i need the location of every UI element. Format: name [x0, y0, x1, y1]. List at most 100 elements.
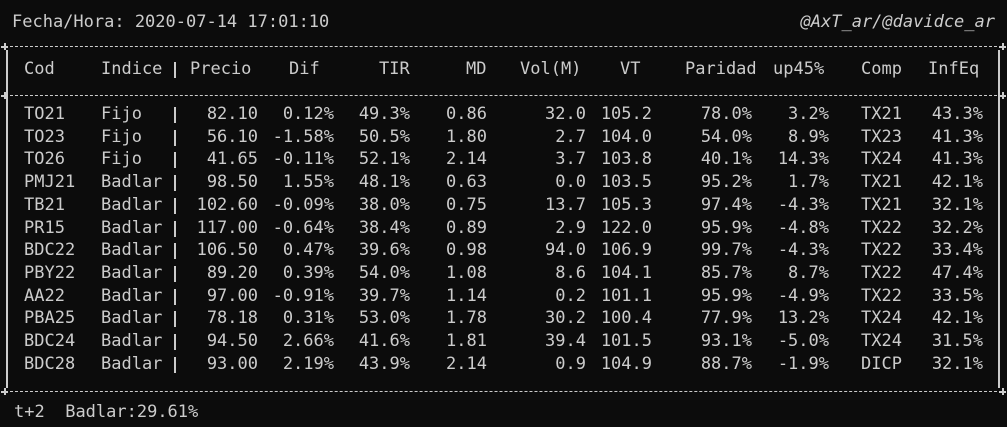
cell-vt: 104.1 [600, 263, 652, 283]
cell-up45: -1.9% [777, 354, 829, 374]
indice-separator [174, 243, 176, 259]
cell-cod: BDC28 [24, 354, 76, 374]
cell-infeq: 41.3% [931, 127, 983, 147]
cell-vt: 101.1 [600, 286, 652, 306]
cell-vt: 104.0 [600, 127, 652, 147]
column-header-md: MD [466, 59, 487, 79]
cell-md: 2.14 [446, 354, 487, 374]
cell-infeq: 41.3% [931, 149, 983, 169]
cell-indice: Fijo [101, 127, 142, 147]
cell-md: 1.80 [446, 127, 487, 147]
cell-cod: AA22 [24, 286, 65, 306]
datetime-label: Fecha/Hora: 2020-07-14 17:01:10 [12, 12, 330, 32]
cell-md: 0.63 [446, 172, 487, 192]
cell-infeq: 32.1% [931, 195, 983, 215]
indice-separator [174, 130, 176, 146]
cell-md: 0.89 [446, 218, 487, 238]
cell-vt: 105.3 [600, 195, 652, 215]
cell-up45: 1.7% [788, 172, 829, 192]
cell-md: 0.86 [446, 104, 487, 124]
indice-separator [174, 62, 176, 78]
cell-vt: 100.4 [600, 308, 652, 328]
column-header-paridad: Paridad [685, 59, 757, 79]
cell-cod: PBY22 [24, 263, 76, 283]
credits-label: @AxT_ar/@davidce_ar [800, 12, 995, 32]
table-corner [999, 388, 1006, 395]
table-corner [1, 388, 8, 395]
column-header-indice: Indice [101, 59, 163, 79]
indice-separator [174, 152, 176, 168]
table-bottom-border [5, 391, 1002, 392]
table-left-border [6, 50, 8, 388]
cell-cod: TB21 [24, 195, 65, 215]
cell-up45: 13.2% [777, 308, 829, 328]
cell-vt: 104.9 [600, 354, 652, 374]
cell-md: 2.14 [446, 149, 487, 169]
column-header-vol: Vol(M) [520, 59, 582, 79]
cell-md: 0.75 [446, 195, 487, 215]
footer-status: t+2 Badlar:29.61% [14, 401, 198, 424]
column-header-dif: Dif [289, 59, 320, 79]
cell-vt: 101.5 [600, 331, 652, 351]
cell-md: 1.78 [446, 308, 487, 328]
cell-cod: PMJ21 [24, 172, 76, 192]
indice-separator [174, 334, 176, 350]
cell-vt: 106.9 [600, 240, 652, 260]
cell-indice: Fijo [101, 149, 142, 169]
cell-cod: BDC24 [24, 331, 76, 351]
table-top-border [5, 46, 1002, 47]
cell-infeq: 42.1% [931, 172, 983, 192]
column-header-cod: Cod [24, 59, 55, 79]
cell-vt: 105.2 [600, 104, 652, 124]
cell-vt: 103.8 [600, 149, 652, 169]
cell-infeq: 33.4% [931, 240, 983, 260]
cell-up45: -4.8% [777, 218, 829, 238]
column-header-up45: up45% [773, 59, 825, 79]
column-header-precio: Precio [190, 59, 252, 79]
indice-separator [174, 107, 176, 123]
table-corner [999, 43, 1006, 50]
cell-md: 0.98 [446, 240, 487, 260]
cell-up45: -4.3% [777, 195, 829, 215]
cell-up45: 8.9% [788, 127, 829, 147]
settlement-label: t+2 [14, 402, 45, 422]
cell-up45: 3.2% [788, 104, 829, 124]
indice-separator [174, 289, 176, 305]
cell-vt: 122.0 [600, 218, 652, 238]
cell-up45: 8.7% [788, 263, 829, 283]
indice-separator [174, 311, 176, 327]
indice-separator [174, 357, 176, 373]
indice-separator [174, 221, 176, 237]
cell-md: 1.81 [446, 331, 487, 351]
cell-infeq: 47.4% [931, 263, 983, 283]
cell-vt: 103.5 [600, 172, 652, 192]
cell-md: 1.08 [446, 263, 487, 283]
cell-infeq: 32.2% [931, 218, 983, 238]
cell-cod: TO26 [24, 149, 65, 169]
cell-md: 1.14 [446, 286, 487, 306]
cell-cod: TO21 [24, 104, 65, 124]
cell-infeq: 32.1% [931, 354, 983, 374]
cell-up45: 14.3% [777, 149, 829, 169]
cell-infeq: 33.5% [931, 286, 983, 306]
column-header-tir: TIR [379, 59, 410, 79]
cell-cod: PBA25 [24, 308, 76, 328]
cell-infeq: 43.3% [931, 104, 983, 124]
table-right-border [998, 50, 1000, 388]
cell-up45: -4.9% [777, 286, 829, 306]
cell-infeq: 42.1% [931, 308, 983, 328]
column-header-comp: Comp [861, 59, 902, 79]
indice-separator [174, 198, 176, 214]
badlar-rate-label: Badlar:29.61% [65, 402, 199, 422]
cell-indice: Fijo [101, 104, 142, 124]
column-header-vt: VT [620, 59, 641, 79]
header-divider [5, 95, 1002, 96]
cell-up45: -5.0% [777, 331, 829, 351]
cell-cod: PR15 [24, 218, 65, 238]
column-header-infeq: InfEq [928, 59, 980, 79]
table-corner [999, 92, 1006, 99]
indice-separator [174, 266, 176, 282]
cell-infeq: 31.5% [931, 331, 983, 351]
table-corner [1, 43, 8, 50]
cell-up45: -4.3% [777, 240, 829, 260]
